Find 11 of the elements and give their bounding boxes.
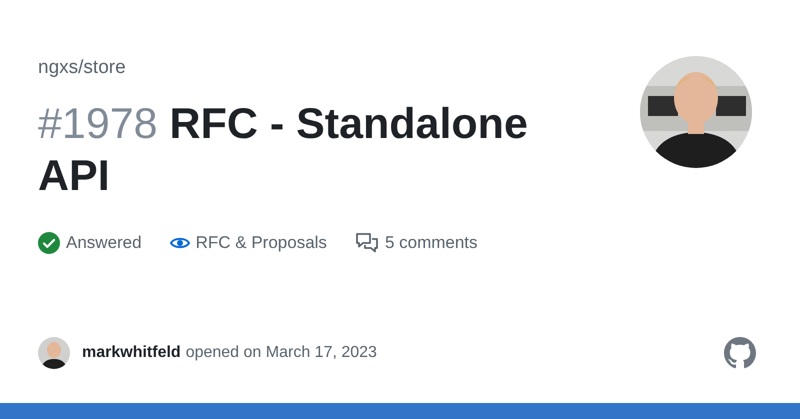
- eye-icon: [170, 236, 190, 250]
- github-icon: [724, 337, 756, 369]
- repo-name: ngxs/store: [38, 56, 127, 80]
- meta-label: 5 comments: [384, 233, 478, 253]
- author-name: markwhitfeld: [82, 344, 181, 362]
- check-circle-icon: [38, 232, 60, 254]
- meta-label: RFC & Proposals: [196, 233, 327, 253]
- meta-label: Answered: [66, 233, 142, 253]
- issue-title: #1978 RFC - Standalone API: [38, 99, 529, 202]
- comments-icon: [354, 232, 379, 254]
- opened-date: opened on March 17, 2023: [186, 344, 377, 362]
